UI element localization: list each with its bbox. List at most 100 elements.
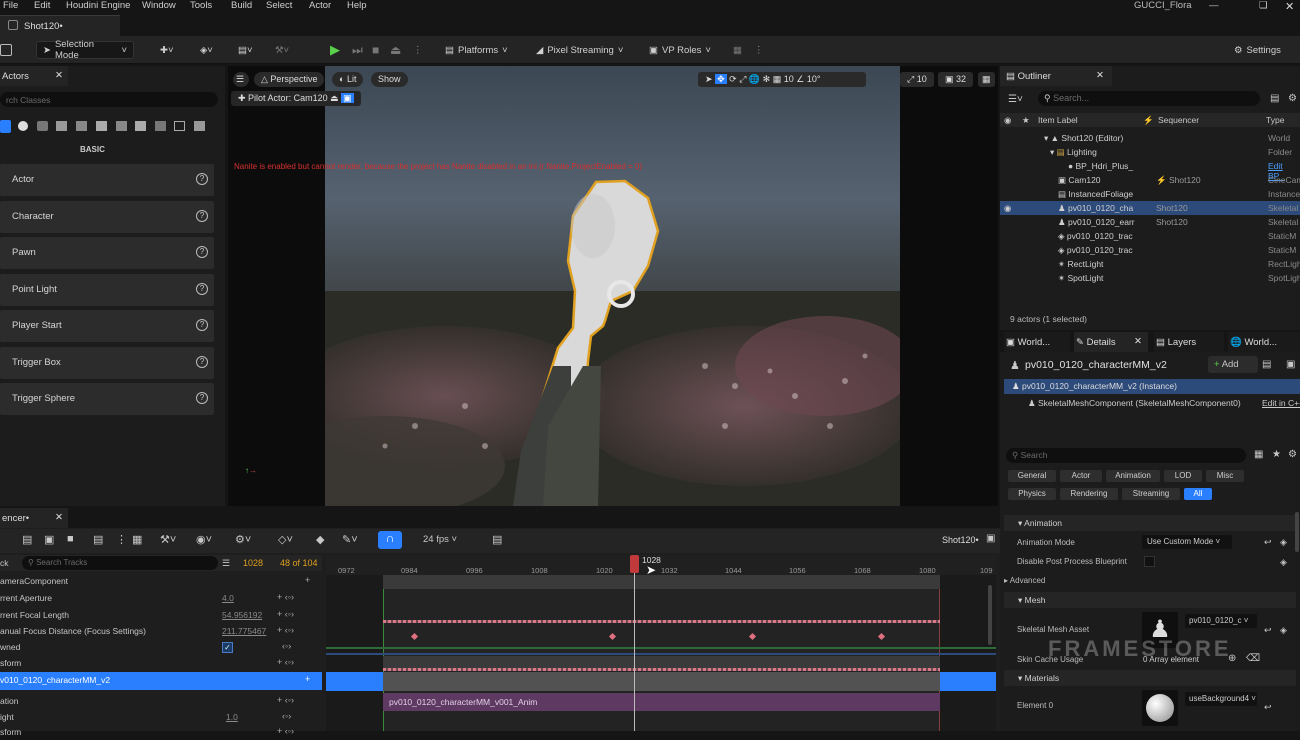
pin-column-icon[interactable]: ★ — [1022, 115, 1030, 126]
play-icon[interactable]: ▶ — [330, 41, 340, 59]
track-camera-component[interactable]: ameraComponent + — [0, 573, 322, 589]
outliner-row-rectlight[interactable]: ✴ RectLight RectLigh — [1000, 257, 1300, 271]
viewport-menu-icon[interactable]: ☰ — [233, 72, 249, 87]
track-weight[interactable]: ight 1.0 ‹◦› — [0, 709, 322, 725]
outliner-row-hdri[interactable]: ● BP_Hdri_Plus_ Edit BP_ — [1000, 159, 1300, 181]
settings-button[interactable]: ⚙ Settings — [1234, 41, 1281, 59]
focal-length-keys[interactable] — [383, 620, 940, 623]
close-tab-icon[interactable]: ✕ — [1134, 336, 1142, 347]
reset-icon[interactable]: ↩ — [1264, 702, 1272, 713]
skeletal-mesh-select[interactable]: pv010_0120_c ˅ — [1185, 614, 1257, 628]
add-track-button[interactable]: ck — [0, 558, 9, 568]
clapper-icon[interactable]: ▤ — [93, 533, 103, 546]
actor-item-character[interactable]: Character? — [0, 201, 214, 233]
track-focal-length[interactable]: rrent Focal Length 54.956192 + ‹◦› — [0, 607, 322, 623]
add-icon[interactable]: + — [305, 674, 310, 684]
outliner-row-lighting[interactable]: ▾ ▤ Lighting Folder — [1000, 145, 1300, 159]
actors-tab[interactable]: Actors ✕ — [0, 66, 68, 86]
track-transform[interactable]: sform + ‹◦› — [0, 655, 322, 671]
level-viewport[interactable]: ☰ △ Perspective ◐ Lit Show ✚ Pilot Actor… — [228, 66, 998, 506]
maximize-icon[interactable]: ❏ — [1259, 0, 1268, 11]
actor-item-player-start[interactable]: Player Start? — [0, 310, 214, 342]
actor-item-pawn[interactable]: Pawn? — [0, 237, 214, 269]
filter-icon[interactable]: ☰ — [222, 558, 230, 569]
lit-button[interactable]: ◐ Lit — [332, 72, 364, 87]
track-focus-distance[interactable]: anual Focus Distance (Focus Settings) 211… — [0, 623, 322, 639]
reset-icon[interactable]: ↩ — [1264, 537, 1272, 548]
material-thumbnail[interactable] — [1142, 690, 1178, 726]
menu-actor[interactable]: Actor — [309, 0, 331, 11]
all-classes-icon-2[interactable] — [135, 121, 146, 131]
animation-clip[interactable]: pv010_0120_characterMM_v001_Anim — [383, 693, 940, 711]
menu-window[interactable]: Window — [142, 0, 176, 11]
more-options-icon[interactable]: ⋮ — [754, 41, 764, 59]
key-controls-icon[interactable]: + ‹◦› — [277, 726, 294, 736]
filter-general[interactable]: General — [1008, 470, 1056, 482]
find-in-browser-icon[interactable]: ▣ — [44, 533, 54, 546]
key-controls-icon[interactable]: + ‹◦› — [277, 695, 294, 705]
edit-icon[interactable]: ✎˅ — [342, 533, 358, 546]
minimize-icon[interactable]: — — [1209, 0, 1219, 11]
close-window-icon[interactable]: ✕ — [1285, 0, 1294, 13]
outliner-row-foliage[interactable]: ▤ InstancedFoliage Instance — [1000, 187, 1300, 201]
section-mesh[interactable]: ▾ Mesh — [1004, 592, 1296, 608]
cinematics-icon[interactable]: ▤˅ — [238, 41, 253, 59]
outliner-tab[interactable]: ▤ Outliner ✕ — [1000, 66, 1112, 86]
section-materials[interactable]: ▾ Materials — [1004, 670, 1296, 686]
lock-icon[interactable]: ▣ — [986, 533, 995, 544]
scale-snap-control[interactable]: ⤢ 10 — [900, 72, 934, 87]
keyframe-icon[interactable]: ◈ — [1280, 625, 1287, 636]
track-value[interactable]: 4.0 — [222, 593, 234, 603]
show-button[interactable]: Show — [371, 72, 408, 87]
track-value[interactable]: 1.0 — [226, 712, 238, 722]
track-value[interactable]: 54.956192 — [222, 610, 262, 620]
track-value[interactable]: 211.775467 — [222, 626, 266, 636]
help-icon[interactable]: ? — [196, 283, 208, 295]
vp-roles-button[interactable]: ▣ VP Roles ˅ — [649, 41, 711, 59]
current-frame-field[interactable]: 1028 — [243, 558, 263, 568]
key-interpolation-icon[interactable]: ◇˅ — [278, 533, 293, 546]
filter-animation[interactable]: Animation — [1106, 470, 1160, 482]
outliner-row-character-selected[interactable]: ◉ ♟ pv010_0120_cha Shot120 Skeletal — [1000, 201, 1300, 215]
filter-rendering[interactable]: Rendering — [1060, 488, 1118, 500]
key-controls-icon[interactable]: + ‹◦› — [277, 657, 294, 667]
tab-world-partition[interactable]: ▣ World... — [1004, 332, 1070, 352]
play-options-icon[interactable]: ⋮ — [413, 41, 423, 59]
favorites-icon[interactable]: ★ — [1272, 449, 1281, 460]
outliner-search-input[interactable]: ⚲ Search... — [1038, 91, 1260, 106]
help-icon[interactable]: ? — [196, 356, 208, 368]
actor-item-actor[interactable]: Actor? — [0, 164, 214, 196]
outliner-row-earring[interactable]: ♟ pv010_0120_earr Shot120 Skeletal — [1000, 215, 1300, 229]
key-controls-icon[interactable]: ‹◦› — [277, 641, 291, 651]
column-type[interactable]: Type — [1266, 115, 1284, 125]
menu-select[interactable]: Select — [266, 0, 292, 11]
trash-icon[interactable]: ⌫ — [1246, 653, 1260, 664]
other-icon[interactable] — [194, 121, 205, 131]
add-icon[interactable]: + — [305, 575, 310, 585]
class-search-input[interactable]: rch Classes — [0, 92, 218, 107]
key-controls-icon[interactable]: + ‹◦› — [277, 609, 294, 619]
lock-icon[interactable]: ▣ — [1286, 359, 1295, 370]
actor-item-point-light[interactable]: Point Light? — [0, 274, 214, 306]
translate-tool-icon[interactable]: ✥ — [715, 74, 727, 84]
menu-edit[interactable]: Edit — [34, 0, 50, 11]
filter-actor[interactable]: Actor — [1060, 470, 1102, 482]
outliner-row-world[interactable]: ▾ ▲ Shot120 (Editor) World — [1000, 131, 1300, 145]
keyframe-icon[interactable]: ◈ — [1280, 557, 1287, 568]
tab-details[interactable]: ✎ Details ✕ — [1074, 332, 1148, 352]
curve-editor-icon[interactable]: ▤ — [492, 533, 502, 546]
step-icon[interactable]: ⏭ — [352, 41, 363, 59]
volumes-icon[interactable] — [116, 121, 127, 131]
save-sequence-icon[interactable]: ▤ — [22, 533, 32, 546]
key-tools-icon[interactable]: ⚒˅ — [160, 533, 176, 546]
add-folder-icon[interactable]: ▤ — [1270, 93, 1279, 104]
track-current-aperture[interactable]: rrent Aperture 4.0 + ‹◦› — [0, 590, 322, 606]
track-spawned[interactable]: wned ✓ ‹◦› — [0, 639, 322, 655]
selection-mode-button[interactable]: ➤ Selection Mode ˅ — [36, 39, 134, 61]
auto-key-icon[interactable]: ◆ — [316, 533, 324, 546]
track-search-input[interactable]: ⚲ Search Tracks — [22, 556, 218, 570]
rotate-tool-icon[interactable]: ⟳ — [729, 74, 737, 84]
key-controls-icon[interactable]: + ‹◦› — [277, 592, 294, 602]
add-content-icon[interactable]: ✚˅ — [160, 41, 174, 59]
render-movie-icon[interactable]: ■ — [67, 533, 74, 545]
